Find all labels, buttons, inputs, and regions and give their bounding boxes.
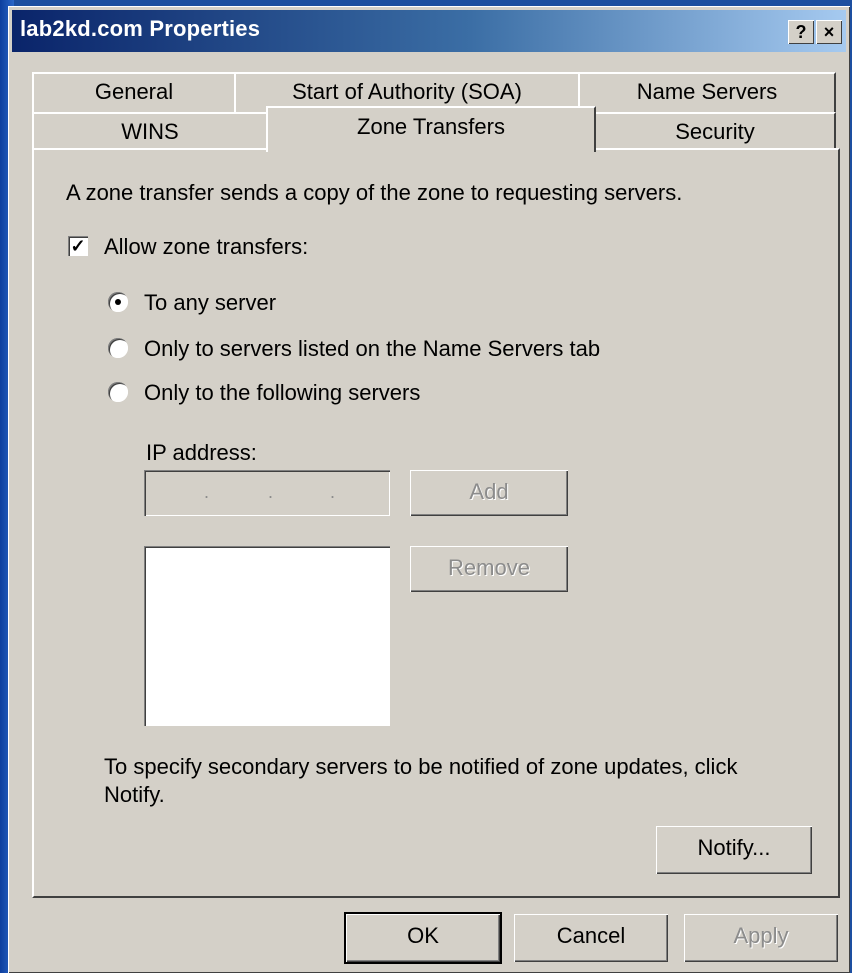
cancel-button[interactable]: Cancel bbox=[514, 914, 668, 962]
ok-button-label: OK bbox=[407, 923, 439, 948]
ok-button[interactable]: OK bbox=[346, 914, 500, 962]
notify-instructions-line2: Notify. bbox=[104, 782, 165, 807]
notify-instructions-line1: To specify secondary servers to be notif… bbox=[104, 754, 738, 779]
tab-wins[interactable]: WINS bbox=[32, 112, 268, 150]
radio-name-servers-tab-label: Only to servers listed on the Name Serve… bbox=[144, 336, 601, 361]
tab-general[interactable]: General bbox=[32, 72, 236, 112]
allow-zone-transfers-checkbox[interactable]: ✓ bbox=[68, 236, 88, 256]
close-icon: × bbox=[823, 22, 835, 42]
apply-button[interactable]: Apply bbox=[684, 914, 838, 962]
ip-dot: . bbox=[204, 482, 210, 502]
tab-name-servers[interactable]: Name Servers bbox=[578, 72, 836, 112]
remove-button[interactable]: Remove bbox=[410, 546, 568, 592]
servers-listbox[interactable] bbox=[144, 546, 390, 726]
help-icon: ? bbox=[795, 22, 807, 42]
tab-label: Zone Transfers bbox=[357, 114, 505, 139]
radio-following-servers[interactable] bbox=[108, 382, 128, 402]
tab-zone-transfers[interactable]: Zone Transfers bbox=[266, 106, 596, 152]
ip-dot: . bbox=[330, 482, 336, 502]
tab-label: Name Servers bbox=[636, 79, 778, 104]
ip-address-label: IP address: bbox=[146, 440, 257, 465]
notify-button-label: Notify... bbox=[697, 835, 771, 860]
check-mark-icon: ✓ bbox=[70, 236, 86, 256]
tab-label: WINS bbox=[121, 119, 179, 144]
allow-zone-transfers-label: Allow zone transfers: bbox=[104, 234, 309, 259]
radio-following-servers-label: Only to the following servers bbox=[144, 380, 421, 405]
radio-selected-dot bbox=[115, 299, 121, 305]
tab-label: General bbox=[94, 79, 174, 104]
apply-button-label: Apply bbox=[733, 923, 789, 948]
add-button-label: Add bbox=[469, 479, 509, 504]
cancel-button-label: Cancel bbox=[556, 923, 626, 948]
title-bar[interactable]: lab2kd.com Properties ? × bbox=[12, 10, 846, 52]
tab-label: Security bbox=[675, 119, 755, 144]
zone-transfers-panel: A zone transfer sends a copy of the zone… bbox=[32, 148, 840, 898]
remove-button-label: Remove bbox=[448, 555, 530, 580]
description-text: A zone transfer sends a copy of the zone… bbox=[66, 180, 683, 205]
window-title: lab2kd.com Properties bbox=[20, 16, 261, 41]
notify-button[interactable]: Notify... bbox=[656, 826, 812, 874]
properties-dialog: lab2kd.com Properties ? × General Start … bbox=[8, 6, 850, 973]
help-button[interactable]: ? bbox=[788, 20, 814, 44]
ip-dot: . bbox=[268, 482, 274, 502]
close-button[interactable]: × bbox=[816, 20, 842, 44]
radio-name-servers-tab[interactable] bbox=[108, 338, 128, 358]
add-button[interactable]: Add bbox=[410, 470, 568, 516]
radio-any-server-label: To any server bbox=[144, 290, 277, 315]
radio-any-server[interactable] bbox=[108, 292, 128, 312]
ip-address-input[interactable]: . . . bbox=[144, 470, 390, 516]
tab-security[interactable]: Security bbox=[594, 112, 836, 150]
tab-label: Start of Authority (SOA) bbox=[292, 79, 522, 104]
